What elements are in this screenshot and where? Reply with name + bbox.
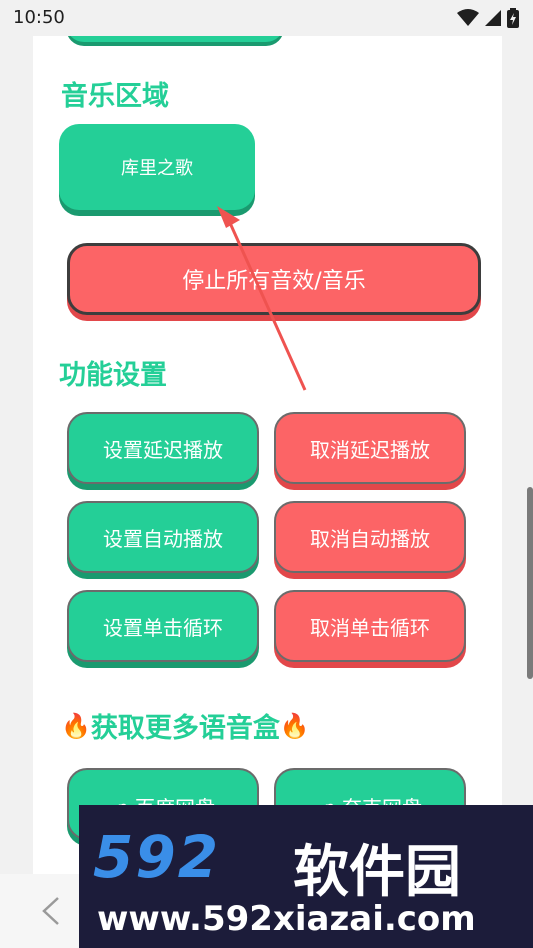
settings-section-title: 功能设置 [59,360,167,391]
previous-button-edge[interactable] [66,36,284,42]
signal-icon [485,10,501,26]
cancel-auto-play-button[interactable]: 取消自动播放 [274,501,466,573]
status-time: 10:50 [13,7,65,28]
set-delay-play-button[interactable]: 设置延迟播放 [67,412,259,484]
music-section-title: 音乐区域 [61,81,169,112]
set-auto-play-button[interactable]: 设置自动播放 [67,501,259,573]
back-icon[interactable] [40,896,62,926]
fire-icon: 🔥 [279,711,310,740]
song-button[interactable]: 库里之歌 [59,124,255,210]
fire-icon: 🔥 [61,711,91,740]
battery-icon [507,8,519,28]
scrollbar-thumb[interactable] [527,487,533,679]
more-title-text: 获取更多语音盒 [90,713,280,744]
set-click-loop-button[interactable]: 设置单击循环 [67,590,259,662]
watermark-url: www.592xiazai.com [97,899,476,939]
watermark-logo: 592 [93,823,221,891]
wifi-icon [457,9,479,26]
status-icons [457,8,519,28]
watermark-banner: 592 软件园 www.592xiazai.com [79,805,533,948]
cancel-click-loop-button[interactable]: 取消单击循环 [274,590,466,662]
watermark-name: 软件园 [293,840,461,905]
more-section-title: 🔥 获取更多语音盒 🔥 [61,706,310,745]
status-bar: 10:50 [0,0,533,36]
stop-all-button[interactable]: 停止所有音效/音乐 [67,243,481,315]
cancel-delay-play-button[interactable]: 取消延迟播放 [274,412,466,484]
